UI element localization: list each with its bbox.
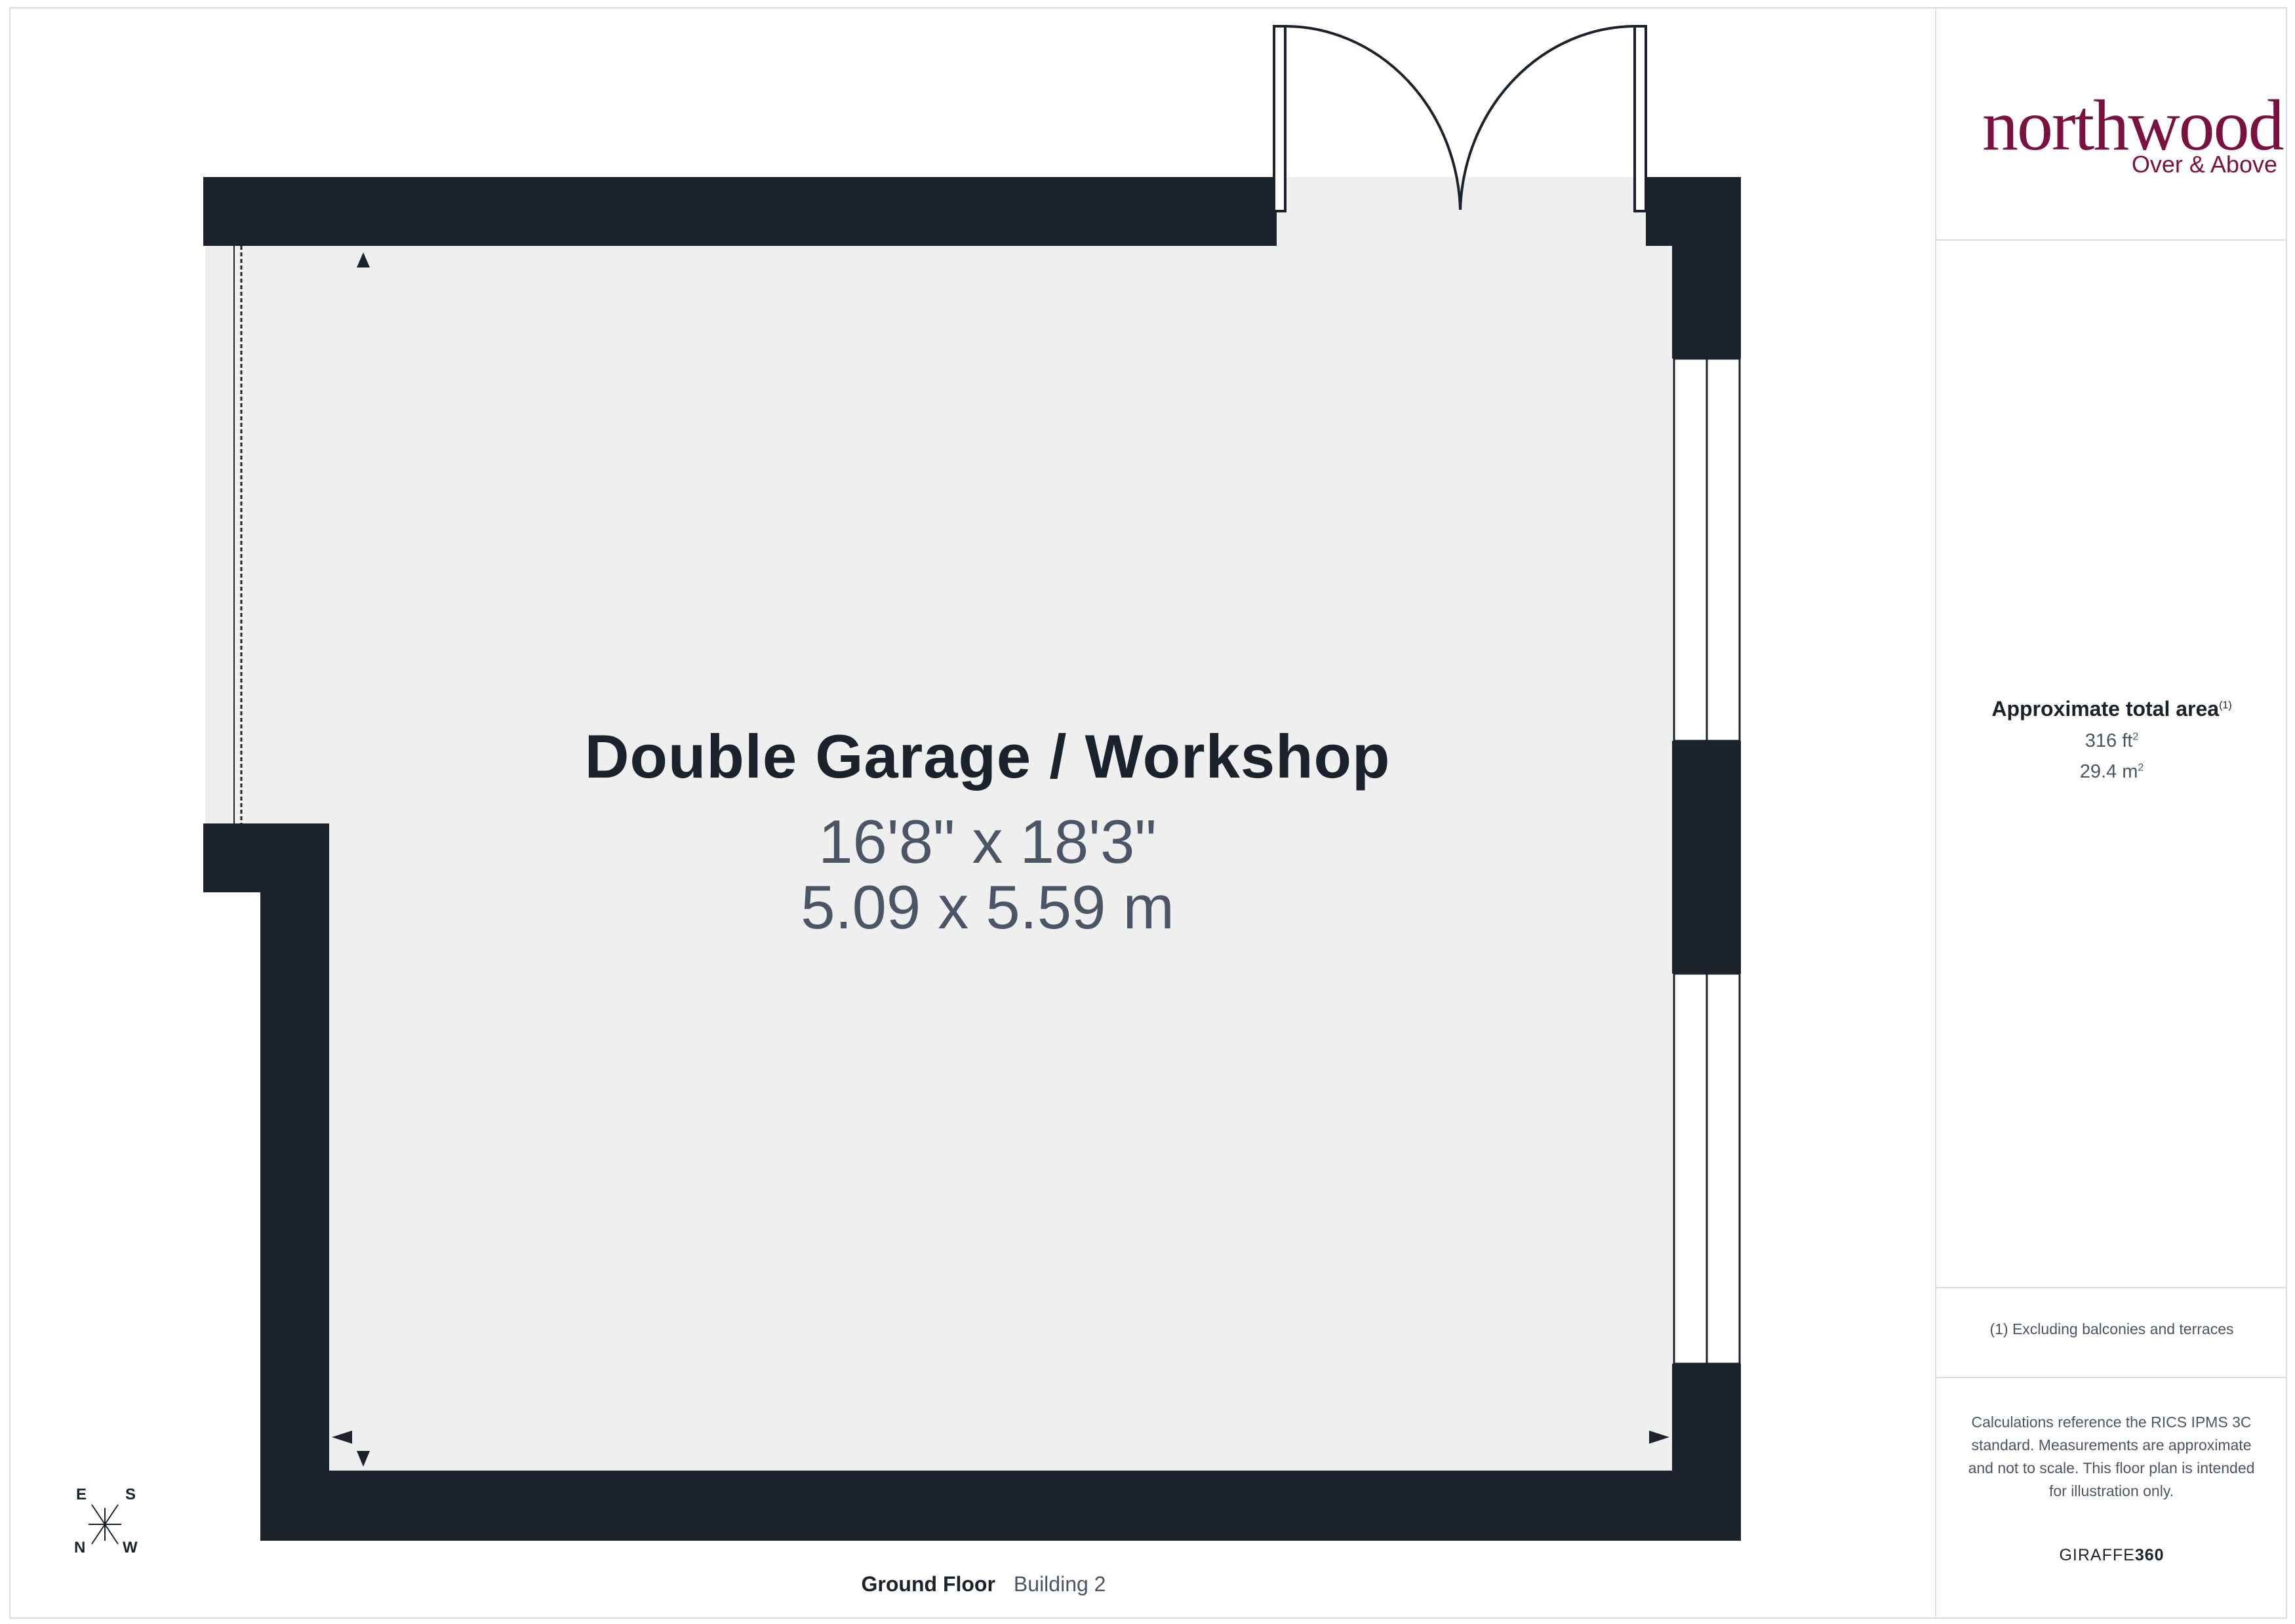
area-title-note: (1) <box>2219 700 2232 711</box>
sidebar-separator-logo <box>1935 239 2287 241</box>
floor-caption: Ground Floor Building 2 <box>787 1572 1180 1596</box>
wall-left <box>260 823 329 1541</box>
wall-right-middle <box>1672 741 1741 974</box>
compass-s: S <box>125 1486 136 1503</box>
area-summary: Approximate total area(1) 316 ft2 29.4 m… <box>1936 697 2287 783</box>
window-right-lower <box>1673 972 1741 1365</box>
sidebar-separator-footnote <box>1935 1287 2287 1288</box>
credit: GIRAFFE360 <box>1936 1546 2287 1565</box>
window-right-upper <box>1673 357 1741 742</box>
compass-n: N <box>74 1539 86 1556</box>
wall-top-left <box>203 177 1277 246</box>
area-ft2: 316 ft2 <box>1936 730 2287 752</box>
credit-prefix: GIRAFFE <box>2059 1546 2135 1564</box>
area-m2-value: 29.4 m <box>2079 761 2138 782</box>
building-label: Building 2 <box>1013 1572 1106 1596</box>
room-dimensions-imperial: 16'8" x 18'3" <box>818 807 1157 876</box>
logo-tagline: Over & Above <box>2131 151 2277 178</box>
area-title-text: Approximate total area <box>1991 697 2220 721</box>
credit-suffix: 360 <box>2134 1546 2165 1564</box>
area-m2-sup: 2 <box>2138 762 2144 774</box>
area-title: Approximate total area(1) <box>1936 697 2287 721</box>
disclaimer: Calculations reference the RICS IPMS 3C … <box>1968 1414 2255 1499</box>
area-ft2-sup: 2 <box>2132 731 2139 743</box>
brand-logo: northwood Over & Above <box>1938 59 2285 190</box>
compass-icon <box>89 1504 121 1545</box>
wall-bottom <box>260 1471 1741 1541</box>
area-m2: 29.4 m2 <box>1936 761 2287 783</box>
room-name: Double Garage / Workshop <box>584 722 1391 791</box>
room-dimensions-metric: 5.09 x 5.59 m <box>801 873 1174 941</box>
floor-label: Ground Floor <box>861 1572 995 1596</box>
area-ft2-value: 316 ft <box>2085 730 2133 751</box>
compass-e: E <box>76 1486 87 1503</box>
compass-w: W <box>123 1539 138 1556</box>
wall-left-stub <box>203 823 329 892</box>
sidebar-separator-disclaimer <box>1935 1377 2287 1378</box>
wall-right-upper <box>1672 177 1741 359</box>
footnote: (1) Excluding balconies and terraces <box>1989 1320 2234 1337</box>
